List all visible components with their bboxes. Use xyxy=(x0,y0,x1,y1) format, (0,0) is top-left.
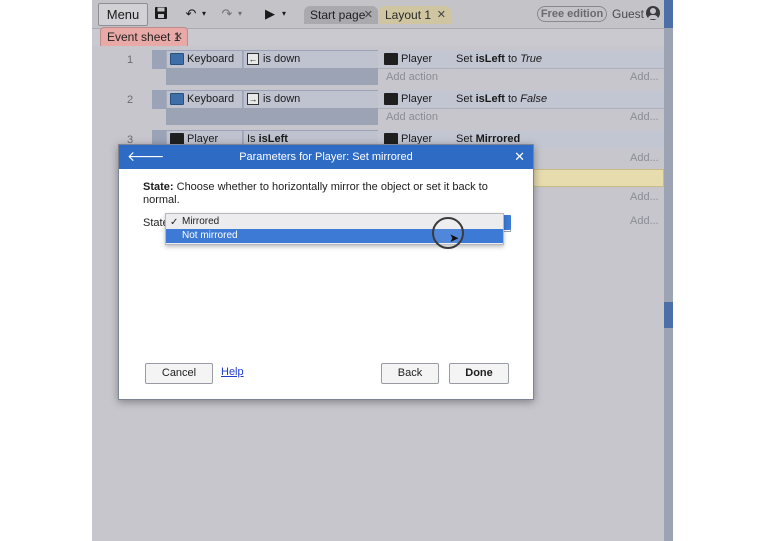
mouse-pointer-icon: ➤ xyxy=(449,231,460,245)
dialog-titlebar: 🡐 Parameters for Player: Set mirrored ✕ xyxy=(119,145,533,169)
edition-badge[interactable]: Free edition xyxy=(537,6,607,22)
user-icon[interactable] xyxy=(646,6,660,20)
redo-icon[interactable]: ↷ xyxy=(218,3,236,24)
main-toolbar: Menu ↶ ▾ ↷ ▾ ▶ ▾ Start page ✕ Layout 1 ✕… xyxy=(92,0,673,29)
condition-empty-area[interactable] xyxy=(166,68,378,85)
condition-empty-area[interactable] xyxy=(166,108,378,125)
close-icon[interactable]: ✕ xyxy=(437,6,446,24)
add-action-link[interactable]: Add action xyxy=(386,71,438,83)
menu-button[interactable]: Menu xyxy=(98,3,148,26)
parameter-description-label: State: xyxy=(143,181,174,193)
condition-object[interactable]: Keyboard xyxy=(166,91,242,108)
divider xyxy=(378,68,664,69)
check-icon: ✓ xyxy=(170,217,179,228)
event-number: 2 xyxy=(126,94,134,106)
player-icon xyxy=(384,53,398,66)
keyboard-icon xyxy=(170,93,184,106)
action-object[interactable]: Player xyxy=(380,51,450,68)
close-icon[interactable]: ✕ xyxy=(174,28,183,46)
done-button[interactable]: Done xyxy=(449,363,509,384)
option-label: Not mirrored xyxy=(182,230,238,241)
parameter-description: State: Choose whether to horizontally mi… xyxy=(143,181,513,207)
parameters-dialog: 🡐 Parameters for Player: Set mirrored ✕ … xyxy=(118,144,534,400)
add-more-link[interactable]: Add... xyxy=(630,111,659,123)
right-strip-accent xyxy=(664,302,673,328)
keyboard-icon xyxy=(170,53,184,66)
left-arrow-key-icon: ← xyxy=(247,53,259,66)
parameter-label: State xyxy=(143,217,165,229)
condition-text[interactable]: → is down xyxy=(243,91,378,108)
add-more-link[interactable]: Add... xyxy=(630,191,659,203)
cancel-button[interactable]: Cancel xyxy=(145,363,213,384)
save-icon[interactable] xyxy=(150,3,172,24)
add-more-link[interactable]: Add... xyxy=(630,71,659,83)
tab-label: Event sheet 1 xyxy=(107,30,181,44)
right-arrow-key-icon: → xyxy=(247,93,259,106)
help-link[interactable]: Help xyxy=(221,366,244,378)
back-button[interactable]: Back xyxy=(381,363,439,384)
play-icon[interactable]: ▶ xyxy=(262,3,278,24)
event-number: 1 xyxy=(126,54,134,66)
add-action-link[interactable]: Add action xyxy=(386,111,438,123)
play-dropdown-icon[interactable]: ▾ xyxy=(280,3,288,24)
action-text[interactable]: Set isLeft to True xyxy=(452,51,664,68)
parameter-description-text: Choose whether to horizontally mirror th… xyxy=(143,181,488,206)
tab-event-sheet[interactable]: Event sheet 1 ✕ xyxy=(100,27,188,46)
tab-start-page[interactable]: Start page ✕ xyxy=(304,6,378,24)
condition-object[interactable]: Keyboard xyxy=(166,51,242,68)
tab-label: Layout 1 xyxy=(385,8,432,22)
dialog-title: Parameters for Player: Set mirrored xyxy=(239,151,413,163)
close-icon[interactable]: ✕ xyxy=(514,149,525,165)
user-name[interactable]: Guest xyxy=(612,7,644,21)
condition-text[interactable]: ← is down xyxy=(243,51,378,68)
option-label: Mirrored xyxy=(182,216,220,227)
undo-dropdown-icon[interactable]: ▾ xyxy=(200,3,208,24)
action-object[interactable]: Player xyxy=(380,91,450,108)
cursor-highlight-ring xyxy=(432,217,464,249)
action-text[interactable]: Set isLeft to False xyxy=(452,91,664,108)
right-strip-accent xyxy=(664,0,673,28)
undo-icon[interactable]: ↶ xyxy=(182,3,200,24)
redo-dropdown-icon[interactable]: ▾ xyxy=(236,3,244,24)
add-more-link[interactable]: Add... xyxy=(630,152,659,164)
divider xyxy=(378,108,664,109)
close-icon[interactable]: ✕ xyxy=(364,6,373,24)
tab-layout-1[interactable]: Layout 1 ✕ xyxy=(379,6,451,24)
add-more-link[interactable]: Add... xyxy=(630,215,659,227)
right-scrollbar[interactable] xyxy=(664,0,673,541)
player-icon xyxy=(384,93,398,106)
tab-label: Start page xyxy=(310,8,366,22)
